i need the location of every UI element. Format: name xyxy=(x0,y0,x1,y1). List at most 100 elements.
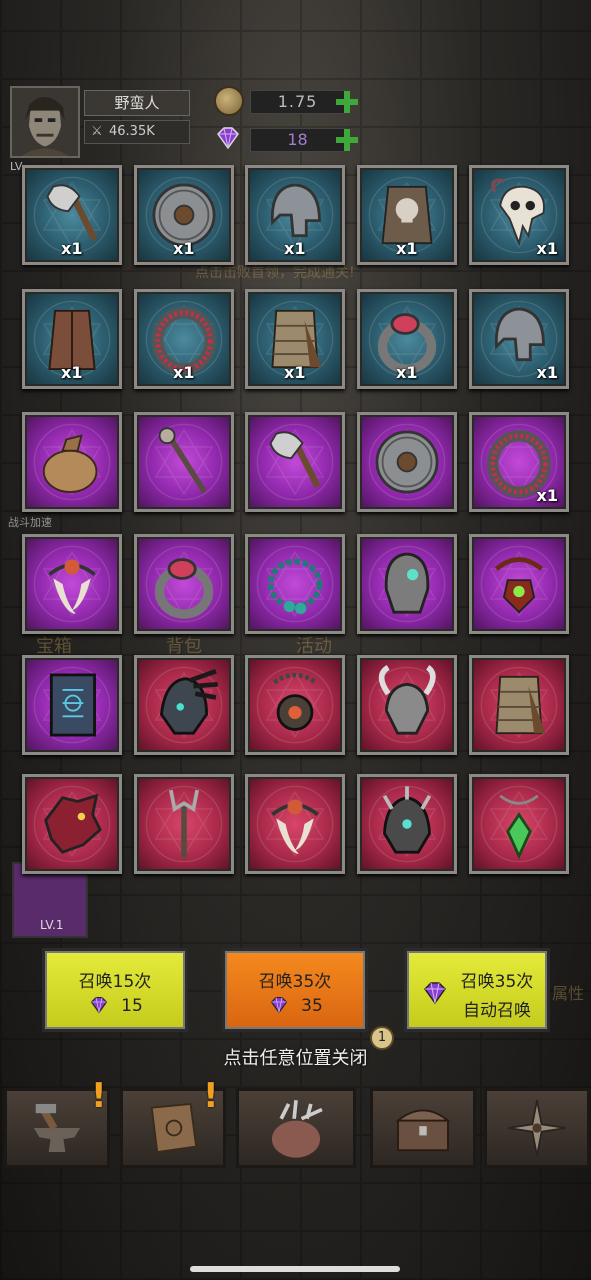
forge-alert-icon: ! xyxy=(91,1076,107,1116)
item-count: x1 xyxy=(61,239,83,258)
item-count: x1 xyxy=(536,486,558,505)
fang-necklace-icon xyxy=(33,545,111,623)
bead-necklace-icon xyxy=(256,545,334,623)
item-slot-scale-armor[interactable]: x1 xyxy=(245,289,345,389)
item-slot-dragon-helm[interactable] xyxy=(22,774,122,874)
summon-35-button[interactable]: 召唤35次 35 xyxy=(222,948,368,1032)
item-slot-gem-ring[interactable]: x1 xyxy=(357,289,457,389)
summon-15-button[interactable]: 召唤15次 15 xyxy=(42,948,188,1032)
item-slot-bead-necklace[interactable] xyxy=(245,534,345,634)
combat-power-value: 46.35K xyxy=(109,124,155,139)
summon-15-label: 召唤15次 xyxy=(78,972,152,992)
nav-pouch-button[interactable] xyxy=(236,1088,356,1168)
ornate-helmet-icon xyxy=(368,545,446,623)
auto-summon-button[interactable]: 召唤35次 自动召唤 xyxy=(404,948,550,1032)
compass-icon xyxy=(508,1100,566,1156)
gem-ring-icon xyxy=(145,545,223,623)
item-slot-spiked-helmet[interactable] xyxy=(357,774,457,874)
chain-amulet-icon xyxy=(256,666,334,744)
item-slot-leather-vest[interactable]: x1 xyxy=(22,289,122,389)
gem-icon xyxy=(424,982,446,1005)
item-slot-studded-ring[interactable]: x1 xyxy=(469,412,569,512)
item-count: x1 xyxy=(284,239,306,258)
add-gems-button[interactable] xyxy=(336,129,358,151)
axe-icon xyxy=(256,423,334,501)
emerald-pendant-icon xyxy=(480,785,558,863)
loot-sack-icon xyxy=(33,423,111,501)
item-count: x1 xyxy=(396,363,418,382)
item-slot-studded-ring[interactable]: x1 xyxy=(134,289,234,389)
item-slot-loot-sack[interactable] xyxy=(22,412,122,512)
player-header: LV 野蛮人 ⚔ 46.35K 1.75 18 xyxy=(0,0,591,173)
item-slot-thorn-amulet[interactable] xyxy=(469,534,569,634)
spell-book-icon xyxy=(33,666,111,744)
gold-amount: 1.75 xyxy=(250,90,345,114)
round-shield-icon xyxy=(368,423,446,501)
item-slot-iron-helmet[interactable]: x1 xyxy=(245,165,345,265)
item-slot-scale-armor[interactable] xyxy=(469,655,569,755)
gem-icon xyxy=(217,127,239,150)
gem-amount: 18 xyxy=(250,128,345,152)
item-slot-axe[interactable]: x1 xyxy=(22,165,122,265)
thorn-amulet-icon xyxy=(480,545,558,623)
item-slot-feathered-helm[interactable] xyxy=(134,655,234,755)
item-slot-iron-helmet[interactable]: x1 xyxy=(469,289,569,389)
item-slot-emerald-pendant[interactable] xyxy=(469,774,569,874)
chest-icon xyxy=(395,1109,451,1152)
item-count: x1 xyxy=(173,239,195,258)
tap-to-close-hint[interactable]: 点击任意位置关闭 xyxy=(0,1044,591,1070)
barbarian-portrait-icon xyxy=(12,88,78,156)
book-alert-icon: ! xyxy=(203,1076,219,1116)
gem-icon xyxy=(90,996,108,1014)
item-slot-fang-necklace[interactable] xyxy=(245,774,345,874)
spiked-helmet-icon xyxy=(368,785,446,863)
item-slot-horned-helmet[interactable] xyxy=(357,655,457,755)
combat-power: ⚔ 46.35K xyxy=(84,120,190,144)
sword-icon: ⚔ xyxy=(91,124,103,139)
battle-speed-label: 战斗加速 xyxy=(8,516,52,529)
bottom-nav: ! ! xyxy=(0,1079,591,1172)
item-slot-trident-staff[interactable] xyxy=(134,774,234,874)
item-slot-spell-book[interactable] xyxy=(22,655,122,755)
fang-necklace-icon xyxy=(256,785,334,863)
summon-15-cost: 15 xyxy=(121,996,143,1016)
item-count: x1 xyxy=(396,239,418,258)
dragon-helm-icon xyxy=(33,785,111,863)
nav-map-button[interactable] xyxy=(484,1088,590,1168)
nav-chest-button[interactable] xyxy=(370,1088,476,1168)
item-slot-gem-ring[interactable] xyxy=(134,534,234,634)
item-slot-chain-amulet[interactable] xyxy=(245,655,345,755)
item-count: x1 xyxy=(61,363,83,382)
item-slot-staff[interactable] xyxy=(134,412,234,512)
gold-coin-icon xyxy=(214,86,244,116)
summon-35-label: 召唤35次 xyxy=(258,972,332,992)
item-slot-skull-helmet[interactable]: x1 xyxy=(469,165,569,265)
nav-forge-button[interactable]: ! xyxy=(4,1079,110,1168)
item-slot-fang-necklace[interactable] xyxy=(22,534,122,634)
staff-icon xyxy=(145,423,223,501)
item-slot-round-shield[interactable]: x1 xyxy=(134,165,234,265)
add-gold-button[interactable] xyxy=(336,91,358,113)
item-slot-barbarian-chest-armor[interactable]: x1 xyxy=(357,165,457,265)
item-count: x1 xyxy=(284,363,306,382)
bg-slot-level: LV.1 xyxy=(40,918,64,932)
home-indicator xyxy=(190,1266,400,1272)
player-level-label: LV xyxy=(10,160,23,173)
trident-staff-icon xyxy=(145,785,223,863)
scale-armor-icon xyxy=(480,666,558,744)
pouch-icon xyxy=(271,1100,323,1158)
bg-attr-button[interactable]: 属性 xyxy=(552,980,584,1004)
summon-35-cost: 35 xyxy=(301,996,323,1016)
feathered-helm-icon xyxy=(145,666,223,744)
item-count: x1 xyxy=(536,363,558,382)
item-slot-axe[interactable] xyxy=(245,412,345,512)
bg-hint-text: 点击击败首领，完成通关! xyxy=(195,265,355,281)
gem-icon xyxy=(270,996,288,1014)
item-count: x1 xyxy=(173,363,195,382)
item-count: x1 xyxy=(536,239,558,258)
nav-book-button[interactable]: ! xyxy=(120,1079,226,1168)
item-slot-ornate-helmet[interactable] xyxy=(357,534,457,634)
horned-helmet-icon xyxy=(368,664,446,744)
player-avatar[interactable] xyxy=(10,86,80,158)
item-slot-round-shield[interactable] xyxy=(357,412,457,512)
